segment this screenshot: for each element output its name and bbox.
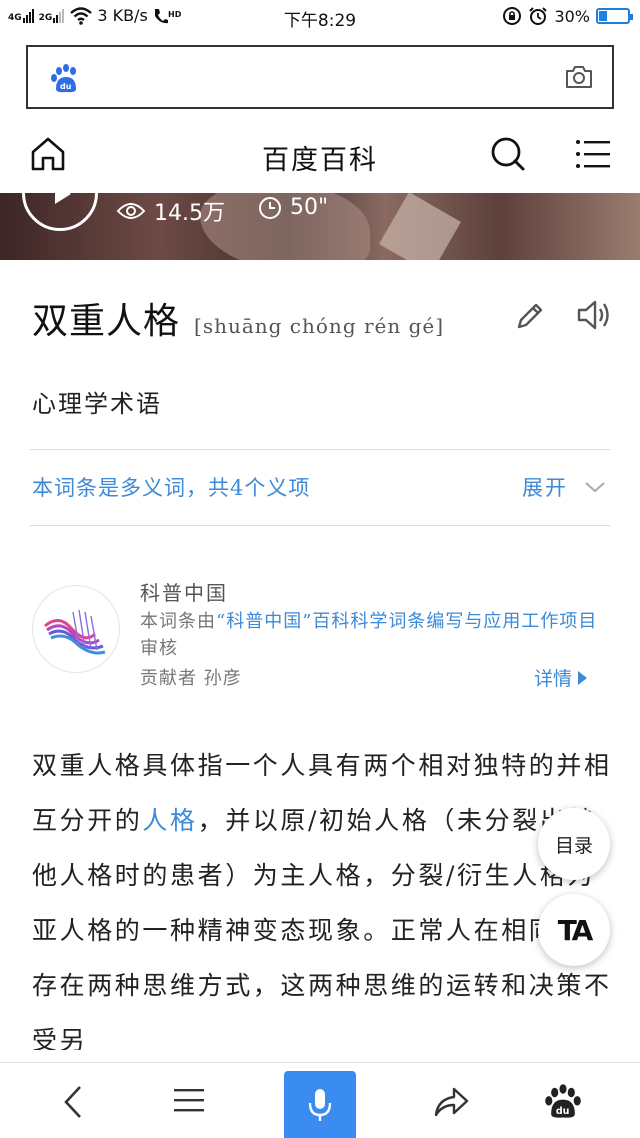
banner-decor: [379, 193, 461, 260]
duration-label: 50": [290, 195, 329, 220]
review-note: 本词条由“科普中国”百科科学词条编写与应用工作项目审核: [140, 608, 600, 662]
baidu-paw-icon[interactable]: du: [544, 1083, 582, 1121]
voice-search-button[interactable]: [284, 1071, 356, 1138]
contributor-name: 孙彦: [203, 668, 242, 689]
status-bar: 4G 2G 3 KB/s HD 下午8:29 30%: [0, 0, 640, 34]
expand-button[interactable]: 展开: [522, 472, 606, 502]
svg-text:du: du: [60, 82, 72, 91]
pencil-icon[interactable]: [514, 300, 546, 332]
article-text: ，并以原/初始人格（未分裂出其他人格时的患者）为主人格，分裂/衍生人格为亚人格的…: [32, 806, 612, 1050]
contributor-label: 贡献者: [140, 668, 197, 689]
app-header: 百度百科: [0, 120, 640, 190]
video-duration: 50": [258, 195, 328, 220]
rotation-lock-icon: [503, 7, 522, 25]
details-link[interactable]: 详情: [534, 664, 588, 691]
status-right: 30%: [502, 6, 633, 26]
polysemy-note[interactable]: 本词条是多义词，共4个义项: [32, 472, 310, 502]
kepu-logo[interactable]: [32, 585, 120, 673]
play-button[interactable]: [22, 193, 98, 231]
share-icon[interactable]: [432, 1083, 470, 1119]
search-icon[interactable]: [488, 134, 528, 174]
alarm-icon: [529, 7, 548, 25]
review-project-link[interactable]: “科普中国”百科科学词条编写与应用工作项目: [216, 611, 597, 632]
chevron-left-icon[interactable]: [58, 1083, 88, 1121]
battery-fill: [599, 11, 608, 21]
view-count-label: 14.5万: [154, 201, 225, 226]
battery-icon: [596, 8, 633, 24]
divider: [30, 449, 610, 450]
kepu-logo-icon: [44, 609, 106, 655]
microphone-icon: [308, 1089, 332, 1121]
article-body: 双重人格具体指一个人具有两个相对独特的并相互分开的人格，并以原/初始人格（未分裂…: [32, 738, 612, 1050]
org-name: 科普中国: [140, 581, 228, 605]
baidu-paw-icon: du: [51, 64, 76, 93]
entry-subtitle: 心理学术语: [32, 390, 162, 418]
clock-icon: [259, 196, 281, 219]
eye-icon: [116, 203, 146, 219]
svg-text:du: du: [556, 1106, 570, 1117]
review-suffix: 审核: [140, 638, 178, 659]
menu-icon[interactable]: [574, 134, 614, 174]
triangle-right-icon: [578, 670, 588, 685]
chevron-down-icon: [585, 482, 605, 493]
ta-label: TA: [557, 913, 594, 947]
search-input[interactable]: du: [26, 45, 614, 109]
review-prefix: 本词条由: [140, 611, 216, 632]
ta-button[interactable]: TA: [538, 894, 610, 966]
toc-button[interactable]: 目录: [538, 808, 610, 880]
expand-label: 展开: [522, 476, 568, 500]
personality-link[interactable]: 人格: [142, 806, 197, 835]
view-count: 14.5万: [116, 195, 225, 227]
entry-title: 双重人格: [32, 301, 181, 342]
divider: [30, 525, 610, 526]
speaker-icon[interactable]: [576, 298, 614, 332]
toc-label: 目录: [554, 834, 593, 857]
battery-percent: 30%: [554, 6, 590, 26]
entry-pinyin: [shuāng chóng rén gé]: [194, 314, 445, 338]
page-title: 百度百科: [262, 145, 378, 176]
camera-icon[interactable]: [564, 64, 594, 90]
bottom-nav: du: [0, 1062, 640, 1138]
menu-icon[interactable]: [172, 1085, 206, 1115]
contributor-line: 贡献者 孙彦: [140, 664, 242, 690]
video-banner[interactable]: 14.5万 50": [0, 193, 640, 260]
details-label: 详情: [534, 668, 573, 690]
